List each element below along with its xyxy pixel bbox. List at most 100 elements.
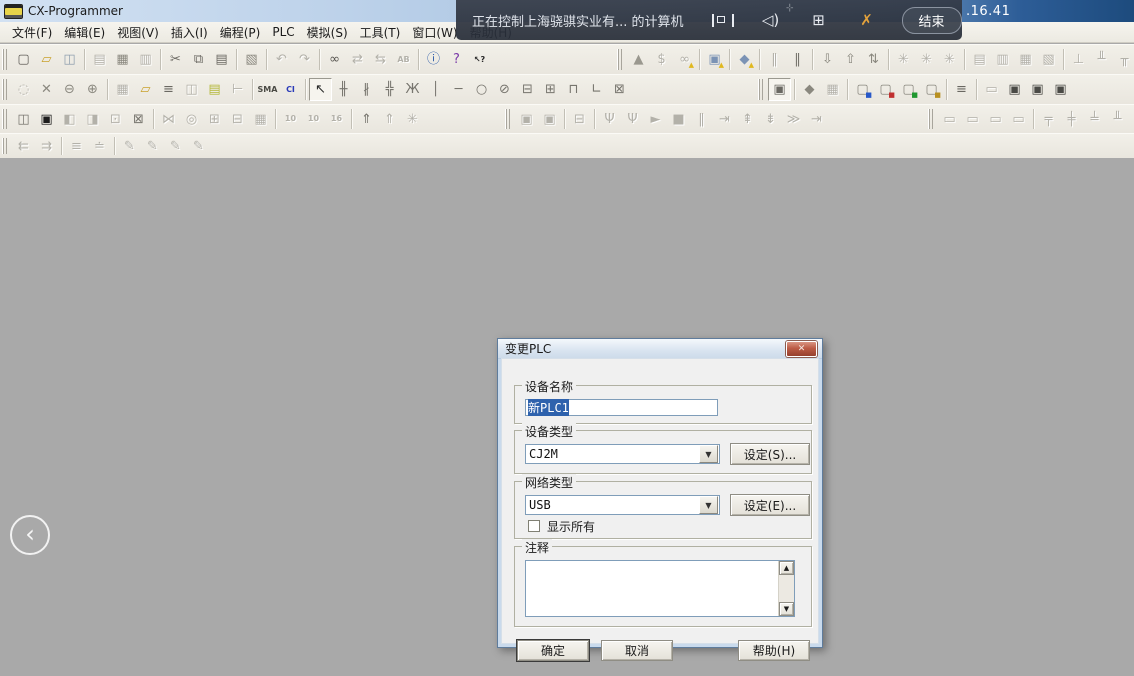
replace-all-icon[interactable]: ⇆ xyxy=(369,48,392,71)
toolbar-grip[interactable] xyxy=(928,109,933,129)
indent-left-icon[interactable]: ⇇ xyxy=(12,135,35,158)
instruction-icon[interactable]: ⊟ xyxy=(516,78,539,101)
sim-stop-icon[interactable]: ■ xyxy=(667,108,690,131)
memory-card-icon[interactable]: ▦ xyxy=(249,108,272,131)
pause-icon[interactable]: ‖ xyxy=(786,48,809,71)
sim-run-icon[interactable]: ► xyxy=(644,108,667,131)
network-type-settings-button[interactable]: 设定(E)... xyxy=(730,494,810,516)
about-icon[interactable]: ⓘ xyxy=(422,48,445,71)
contact-no-icon[interactable]: ╫ xyxy=(332,78,355,101)
device-type-settings-button[interactable]: 设定(S)... xyxy=(730,443,810,465)
scroll-up-button[interactable]: ▲ xyxy=(779,561,794,575)
upload-from-plc-icon[interactable]: ⇧ xyxy=(839,48,862,71)
save-icon[interactable]: ◫ xyxy=(58,48,81,71)
show-views-icon[interactable]: ◫ xyxy=(12,108,35,131)
monitoring-priority-icon[interactable]: ⇑ xyxy=(378,108,401,131)
memory-window-icon[interactable]: ⊡ xyxy=(104,108,127,131)
program-mode-icon[interactable]: ▣ xyxy=(515,108,538,131)
simulator-network-icon[interactable]: ◆▲ xyxy=(733,48,756,71)
toolbar-grip[interactable] xyxy=(2,109,7,129)
show-all-checkbox[interactable] xyxy=(528,520,540,532)
find-icon[interactable]: ∞ xyxy=(323,48,346,71)
menu-item-tools[interactable]: 工具(T) xyxy=(354,22,407,43)
menu-item-view[interactable]: 视图(V) xyxy=(111,22,165,43)
io-table-icon[interactable]: ⊞ xyxy=(203,108,226,131)
io-comment-yellow-icon[interactable]: ▢■ xyxy=(920,78,943,101)
online-search-icon[interactable]: ∞▲ xyxy=(673,48,696,71)
grid-icon[interactable]: ▦ xyxy=(111,78,134,101)
settings-window-icon[interactable]: ◨ xyxy=(81,108,104,131)
paste-rung-icon[interactable]: ▧ xyxy=(240,48,263,71)
step-run-icon[interactable]: ⇥ xyxy=(713,108,736,131)
zoom-out-icon[interactable]: ⊖ xyxy=(58,78,81,101)
drag-handle-icon[interactable]: -¦- xyxy=(786,3,793,13)
auto-online-icon[interactable]: $ xyxy=(650,48,673,71)
cancel-button[interactable]: 取消 xyxy=(601,640,673,661)
fullscreen-icon[interactable] xyxy=(712,10,734,30)
forced-set-icon[interactable]: ⊥ xyxy=(1067,48,1090,71)
redo-icon[interactable]: ↷ xyxy=(293,48,316,71)
plc-properties-icon[interactable]: ▣ xyxy=(35,108,58,131)
monitor-view-2-icon[interactable]: ▣ xyxy=(1026,78,1049,101)
cut-icon[interactable]: ✂ xyxy=(164,48,187,71)
open-file-icon[interactable]: ▱ xyxy=(35,48,58,71)
device-name-input[interactable]: 新PLC1 xyxy=(525,399,718,416)
multiple-transfer-icon[interactable]: ⊟ xyxy=(568,108,591,131)
copy-icon[interactable]: ⧉ xyxy=(187,48,210,71)
toolbar-grip[interactable] xyxy=(617,49,622,69)
diff-monitor-1-icon[interactable]: ╤ xyxy=(1037,108,1060,131)
partial-download-icon[interactable]: ✳ xyxy=(892,48,915,71)
download-to-plc-icon[interactable]: ⇩ xyxy=(816,48,839,71)
monitor-mode-icon[interactable]: ▣ xyxy=(538,108,561,131)
sim-pause-icon[interactable]: ‖ xyxy=(690,108,713,131)
partial-upload-icon[interactable]: ✳ xyxy=(915,48,938,71)
menu-item-edit[interactable]: 编辑(E) xyxy=(58,22,111,43)
symbol-tree-icon[interactable]: ⊢ xyxy=(226,78,249,101)
horizontal-line-icon[interactable]: ─ xyxy=(447,78,470,101)
align-rungs-icon[interactable]: ≡ xyxy=(65,135,88,158)
debug-hand-1-icon[interactable]: Ψ xyxy=(598,108,621,131)
show-comments-icon[interactable]: ≐ xyxy=(88,135,111,158)
diff-monitor-3-icon[interactable]: ╧ xyxy=(1083,108,1106,131)
diff-monitor-4-icon[interactable]: ╨ xyxy=(1106,108,1129,131)
select-tool-icon[interactable]: ↖ xyxy=(309,78,332,101)
contact-or-nc-icon[interactable]: Ж xyxy=(401,78,424,101)
pause-simulator-icon[interactable]: ‖ xyxy=(763,48,786,71)
replace-icon[interactable]: ⇄ xyxy=(346,48,369,71)
memory-view-icon[interactable]: ◎ xyxy=(180,108,203,131)
compile-icon[interactable]: ◆ xyxy=(798,78,821,101)
pause-monitoring-icon[interactable]: ✳ xyxy=(401,108,424,131)
monitor-view-3-icon[interactable]: ▣ xyxy=(1049,78,1072,101)
network-type-dropdown-button[interactable]: ▼ xyxy=(699,496,718,514)
program-check-icon[interactable]: ▣ xyxy=(768,78,791,101)
undo-icon[interactable]: ↶ xyxy=(270,48,293,71)
print-icon[interactable]: ▦ xyxy=(111,48,134,71)
set-value-icon[interactable]: ✎ xyxy=(187,135,210,158)
context-help-icon[interactable]: ↖? xyxy=(468,48,491,71)
io-table-window-icon[interactable]: ◧ xyxy=(58,108,81,131)
force-cancel-icon[interactable]: ✎ xyxy=(164,135,187,158)
force-on-icon[interactable]: ✎ xyxy=(118,135,141,158)
comment-textarea[interactable]: ▲ ▼ xyxy=(525,560,795,617)
force-off-icon[interactable]: ✎ xyxy=(141,135,164,158)
contact-nc-icon[interactable]: ∦ xyxy=(355,78,378,101)
split-screen-icon[interactable]: ⊞ xyxy=(808,10,830,30)
scan-run-icon[interactable]: ⇥ xyxy=(805,108,828,131)
toolbar-grip[interactable] xyxy=(2,49,7,69)
rung-manager-icon[interactable]: ≡ xyxy=(950,78,973,101)
debug-hand-2-icon[interactable]: Ψ xyxy=(621,108,644,131)
ok-button[interactable]: 确定 xyxy=(517,640,589,661)
toolbar-grip[interactable] xyxy=(2,138,7,155)
zoom-fit-icon[interactable]: ✕ xyxy=(35,78,58,101)
watch-tab-2-icon[interactable]: ▭ xyxy=(961,108,984,131)
io-comment-red-icon[interactable]: ▢■ xyxy=(874,78,897,101)
watch-window-icon[interactable]: ▭ xyxy=(980,78,1003,101)
differential-monitor-icon[interactable]: ╥ xyxy=(1113,48,1134,71)
vertical-line-icon[interactable]: │ xyxy=(424,78,447,101)
radix-decimal-icon[interactable]: 10 xyxy=(279,108,302,131)
transfer-memory-icon[interactable]: ▦ xyxy=(1014,48,1037,71)
help-icon[interactable]: ? xyxy=(445,48,468,71)
diff-monitor-5-icon[interactable]: ╥ xyxy=(1129,108,1134,131)
new-file-icon[interactable]: ▢ xyxy=(12,48,35,71)
new-window-icon[interactable]: ⊠ xyxy=(127,108,150,131)
